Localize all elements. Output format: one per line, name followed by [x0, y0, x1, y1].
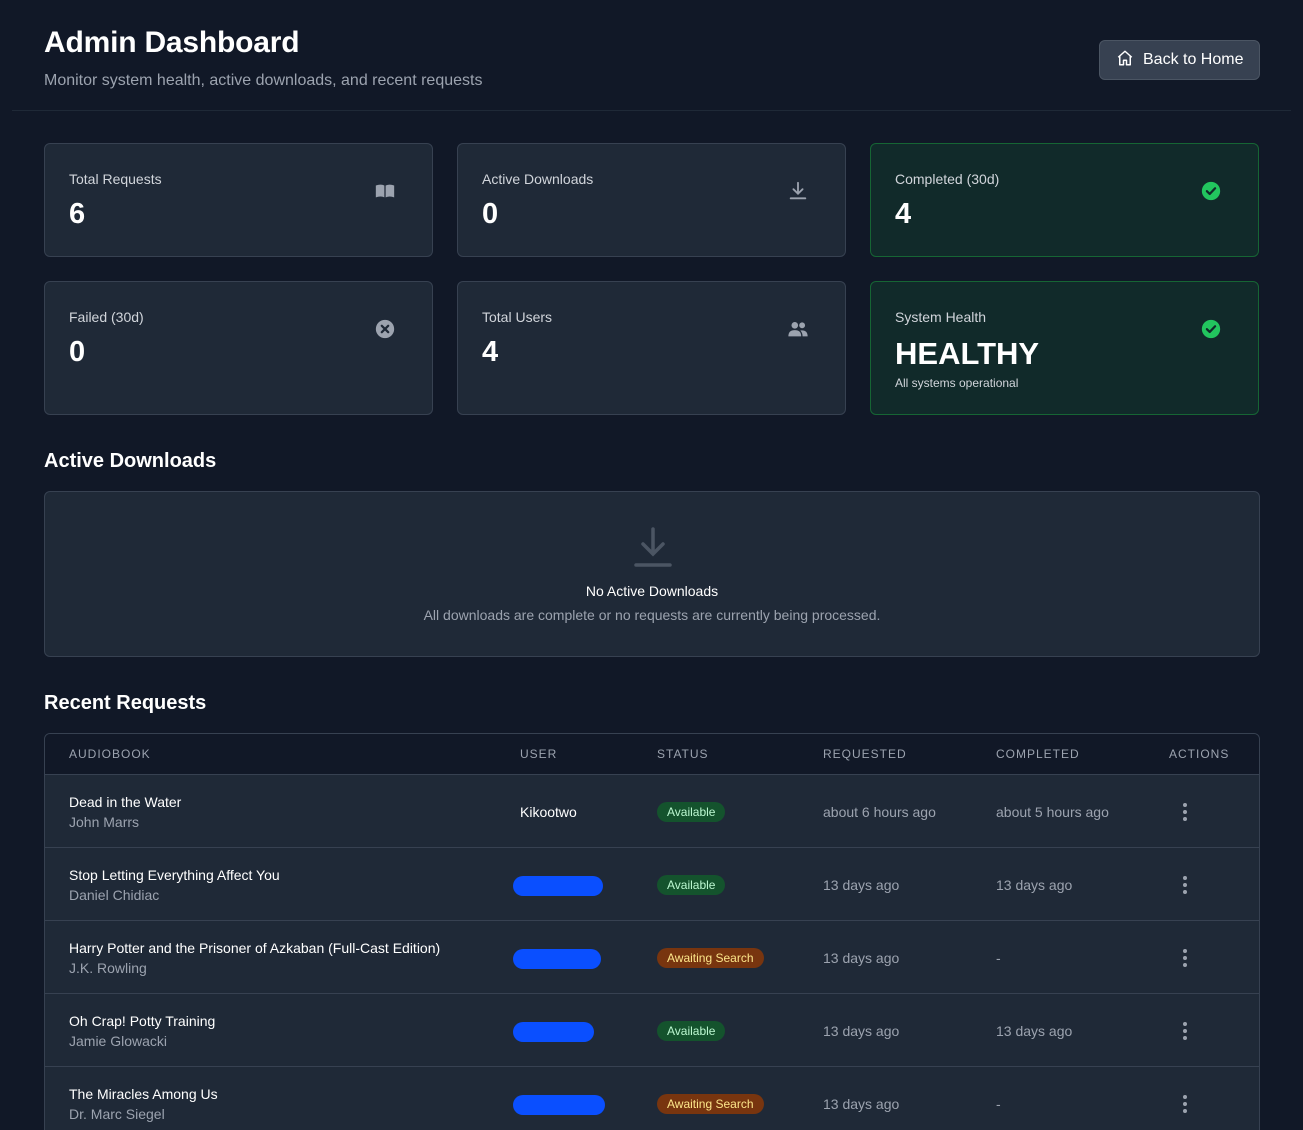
column-header-completed: Completed	[996, 747, 1080, 761]
check-circle-icon	[1200, 180, 1222, 202]
status-badge: Available	[657, 875, 726, 895]
stat-label: System Health	[895, 309, 987, 325]
requested-time: 13 days ago	[823, 1096, 900, 1112]
requested-time: 13 days ago	[823, 1023, 900, 1039]
column-header-user: User	[520, 747, 558, 761]
stat-label: Completed (30d)	[895, 171, 1000, 187]
download-icon	[633, 526, 673, 568]
column-header-actions: Actions	[1169, 747, 1230, 761]
active-downloads-heading: Active Downloads	[44, 450, 217, 472]
audiobook-author: Dr. Marc Siegel	[69, 1106, 165, 1122]
row-actions-menu-button[interactable]	[1175, 947, 1195, 969]
stat-card-total-users: Total Users 4	[457, 281, 846, 415]
recent-requests-table: Audiobook User Status Requested Complete…	[44, 733, 1260, 1130]
status-badge: Available	[657, 1021, 726, 1041]
back-to-home-label: Back to Home	[1143, 51, 1244, 68]
audiobook-title: Harry Potter and the Prisoner of Azkaban…	[69, 940, 441, 956]
completed-time: 13 days ago	[996, 877, 1073, 893]
check-circle-icon	[1200, 318, 1222, 340]
stat-note: All systems operational	[895, 376, 1019, 390]
audiobook-title: Oh Crap! Potty Training	[69, 1013, 216, 1029]
stat-card-system-health: System Health HEALTHY All systems operat…	[870, 281, 1259, 415]
empty-state-text: All downloads are complete or no request…	[423, 607, 881, 623]
completed-time: about 5 hours ago	[996, 804, 1109, 820]
column-header-requested: Requested	[823, 747, 907, 761]
completed-time: -	[996, 950, 1001, 966]
stat-value: 4	[895, 198, 912, 230]
table-header: Audiobook User Status Requested Complete…	[45, 734, 1259, 775]
stat-value: 0	[69, 336, 86, 368]
stat-label: Total Users	[482, 309, 553, 325]
page-subtitle: Monitor system health, active downloads,…	[44, 72, 483, 89]
requested-time: 13 days ago	[823, 877, 900, 893]
stat-value: 6	[69, 198, 86, 230]
recent-requests-heading: Recent Requests	[44, 692, 207, 714]
table-row: Oh Crap! Potty Training Jamie Glowacki A…	[45, 994, 1259, 1067]
active-downloads-panel: No Active Downloads All downloads are co…	[44, 491, 1260, 657]
back-to-home-button[interactable]: Back to Home	[1099, 40, 1260, 80]
stat-value: 0	[482, 198, 499, 230]
row-actions-menu-button[interactable]	[1175, 1093, 1195, 1115]
stat-card-failed: Failed (30d) 0	[44, 281, 433, 415]
redacted-user	[513, 876, 603, 896]
stat-card-total-requests: Total Requests 6	[44, 143, 433, 257]
status-badge: Awaiting Search	[657, 1094, 764, 1114]
requested-time: about 6 hours ago	[823, 804, 936, 820]
column-header-audiobook: Audiobook	[69, 747, 151, 761]
stat-card-active-downloads: Active Downloads 0	[457, 143, 846, 257]
stat-value: 4	[482, 336, 499, 368]
stat-label: Failed (30d)	[69, 309, 144, 325]
page-title: Admin Dashboard	[44, 26, 300, 59]
empty-state-title: No Active Downloads	[585, 583, 719, 599]
user-name: Kikootwo	[520, 804, 577, 820]
table-row: Dead in the Water John Marrs Kikootwo Av…	[45, 775, 1259, 848]
row-actions-menu-button[interactable]	[1175, 874, 1195, 896]
redacted-user	[513, 1095, 605, 1115]
audiobook-author: J.K. Rowling	[69, 960, 147, 976]
stat-card-completed: Completed (30d) 4	[870, 143, 1259, 257]
page-header: Admin Dashboard Monitor system health, a…	[12, 0, 1291, 111]
stat-label: Total Requests	[69, 171, 162, 187]
stat-label: Active Downloads	[482, 171, 594, 187]
audiobook-title: The Miracles Among Us	[69, 1086, 218, 1102]
completed-time: -	[996, 1096, 1001, 1112]
users-icon	[787, 318, 809, 340]
audiobook-author: Jamie Glowacki	[69, 1033, 168, 1049]
audiobook-title: Stop Letting Everything Affect You	[69, 867, 280, 883]
completed-time: 13 days ago	[996, 1023, 1073, 1039]
status-badge: Awaiting Search	[657, 948, 764, 968]
table-row: The Miracles Among Us Dr. Marc Siegel Aw…	[45, 1067, 1259, 1130]
download-icon	[787, 180, 809, 202]
table-row: Stop Letting Everything Affect You Danie…	[45, 848, 1259, 921]
requested-time: 13 days ago	[823, 950, 900, 966]
status-badge: Available	[657, 802, 726, 822]
table-row: Harry Potter and the Prisoner of Azkaban…	[45, 921, 1259, 994]
home-icon	[1116, 49, 1134, 72]
row-actions-menu-button[interactable]	[1175, 801, 1195, 823]
x-circle-icon	[374, 318, 396, 340]
audiobook-author: John Marrs	[69, 814, 140, 830]
book-icon	[374, 180, 396, 202]
row-actions-menu-button[interactable]	[1175, 1020, 1195, 1042]
column-header-status: Status	[657, 747, 709, 761]
audiobook-author: Daniel Chidiac	[69, 887, 160, 903]
audiobook-title: Dead in the Water	[69, 794, 182, 810]
stat-value: HEALTHY	[895, 336, 1040, 371]
redacted-user	[513, 949, 601, 969]
redacted-user	[513, 1022, 594, 1042]
